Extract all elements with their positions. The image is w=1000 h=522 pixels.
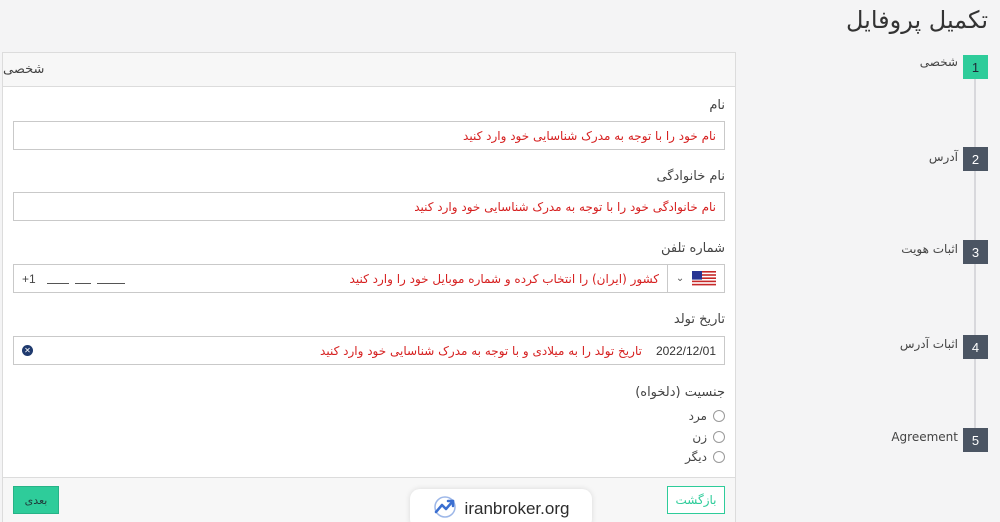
watermark-badge: iranbroker.org <box>410 489 592 522</box>
phone-mask: +1 <box>22 272 131 286</box>
birth-date-placeholder: تاریخ تولد را به میلادی و با توجه به مدر… <box>320 343 642 358</box>
form-section-title: شخصی <box>3 62 45 77</box>
gender-option-female[interactable]: زن <box>692 430 725 444</box>
next-button[interactable]: بعدی <box>13 486 59 514</box>
birth-date-value: 2022/12/01 <box>655 343 716 358</box>
step-2-number[interactable]: 2 <box>963 147 988 171</box>
birth-date-input[interactable]: ✕ 2022/12/01 تاریخ تولد را به میلادی و ب… <box>13 336 725 365</box>
step-2-label[interactable]: آدرس <box>929 150 958 164</box>
clear-icon[interactable]: ✕ <box>22 345 33 356</box>
profile-form-card: شخصی نام نام خود را با توجه به مدرک شناس… <box>2 52 736 522</box>
phone-field: +1 کشور (ایران) را انتخاب کرده و شماره م… <box>13 264 725 293</box>
step-5-number[interactable]: 5 <box>963 428 988 452</box>
trend-chart-icon <box>433 496 457 522</box>
last-name-input[interactable]: نام خانوادگی خود را با توجه به مدرک شناس… <box>13 192 725 221</box>
gender-option-other[interactable]: دیگر <box>685 450 725 464</box>
watermark-text: iranbroker.org <box>464 499 570 518</box>
gender-option-male[interactable]: مرد <box>689 409 725 423</box>
birth-date-content: 2022/12/01 تاریخ تولد را به میلادی و با … <box>320 344 716 358</box>
step-4-number[interactable]: 4 <box>963 335 988 359</box>
gender-option-label: دیگر <box>685 450 707 464</box>
first-name-placeholder: نام خود را با توجه به مدرک شناسایی خود و… <box>463 128 716 143</box>
page-title: تکمیل پروفایل <box>845 6 988 34</box>
gender-option-label: زن <box>692 430 707 444</box>
last-name-label: نام خانوادگی <box>656 169 725 184</box>
step-1-label[interactable]: شخصی <box>920 55 958 69</box>
gender-option-label: مرد <box>688 409 707 423</box>
step-3-label[interactable]: اثبات هویت <box>901 242 958 256</box>
step-5-label[interactable]: Agreement <box>891 430 958 444</box>
first-name-input[interactable]: نام خود را با توجه به مدرک شناسایی خود و… <box>13 121 725 150</box>
country-select[interactable]: ⌄ <box>667 264 725 293</box>
back-button[interactable]: بازگشت <box>667 486 725 514</box>
radio-male[interactable] <box>713 410 725 422</box>
gender-label: جنسیت (دلخواه) <box>635 385 725 400</box>
first-name-label: نام <box>709 98 725 113</box>
phone-label: شماره تلفن <box>661 241 725 256</box>
birth-date-label: تاریخ تولد <box>673 312 725 327</box>
phone-placeholder: کشور (ایران) را انتخاب کرده و شماره موبا… <box>349 271 659 286</box>
chevron-down-icon: ⌄ <box>675 273 685 284</box>
form-footer: بعدی بازگشت <box>3 477 735 522</box>
phone-input[interactable]: +1 کشور (ایران) را انتخاب کرده و شماره م… <box>13 264 667 293</box>
phone-prefix: +1 <box>22 271 36 286</box>
step-3-number[interactable]: 3 <box>963 240 988 264</box>
form-section-header: شخصی <box>3 53 735 87</box>
radio-other[interactable] <box>713 451 725 463</box>
step-1-number[interactable]: 1 <box>963 55 988 79</box>
step-4-label[interactable]: اثبات آدرس <box>900 337 958 351</box>
radio-female[interactable] <box>713 431 725 443</box>
last-name-placeholder: نام خانوادگی خود را با توجه به مدرک شناس… <box>414 199 716 214</box>
us-flag-icon <box>692 270 717 287</box>
